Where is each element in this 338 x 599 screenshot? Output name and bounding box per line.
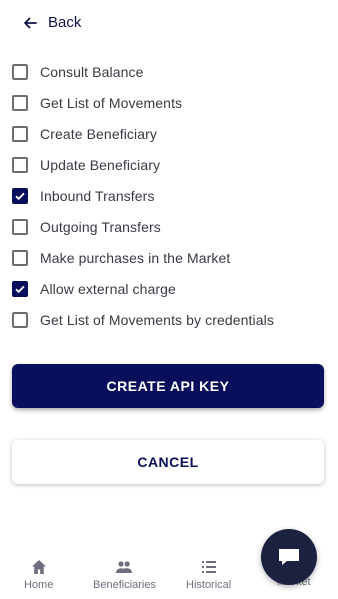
permission-label: Get List of Movements by credentials [40, 311, 274, 328]
checkbox-checked[interactable] [12, 280, 28, 297]
permission-outgoing-transfers[interactable]: Outgoing Transfers [12, 211, 274, 242]
create-api-key-button[interactable]: CREATE API KEY [12, 364, 324, 408]
nav-item-historical[interactable]: Historical [186, 558, 231, 591]
permission-label: Outgoing Transfers [40, 218, 161, 235]
nav-label: Beneficiaries [93, 579, 156, 591]
arrow-left-icon [24, 17, 37, 28]
checkbox[interactable] [12, 94, 28, 111]
back-label: Back [48, 14, 82, 31]
permission-label: Allow external charge [40, 280, 176, 297]
permission-label: Create Beneficiary [40, 125, 157, 142]
permission-get-list-of-movements[interactable]: Get List of Movements [12, 87, 274, 118]
permission-label: Make purchases in the Market [40, 249, 231, 266]
permission-make-purchases[interactable]: Make purchases in the Market [12, 242, 274, 273]
check-icon [15, 285, 25, 293]
permission-allow-external-charge[interactable]: Allow external charge [12, 273, 274, 304]
cancel-button[interactable]: CANCEL [12, 440, 324, 484]
checkbox[interactable] [12, 63, 28, 80]
nav-label: Home [24, 579, 54, 591]
checkbox[interactable] [12, 156, 28, 173]
permission-label: Get List of Movements [40, 94, 183, 111]
permission-label: Update Beneficiary [40, 156, 161, 173]
list-icon [201, 561, 216, 573]
checkbox[interactable] [12, 218, 28, 235]
check-icon [15, 192, 25, 200]
people-icon [116, 561, 133, 573]
home-icon [31, 560, 46, 574]
back-button[interactable]: Back [22, 14, 81, 31]
checkbox[interactable] [12, 125, 28, 142]
checkbox[interactable] [12, 311, 28, 328]
permission-inbound-transfers[interactable]: Inbound Transfers [12, 180, 274, 211]
permissions-list: Consult Balance Get List of Movements Cr… [12, 56, 274, 335]
permission-consult-balance[interactable]: Consult Balance [12, 56, 274, 87]
permission-movements-by-credentials[interactable]: Get List of Movements by credentials [12, 304, 274, 335]
permission-update-beneficiary[interactable]: Update Beneficiary [12, 149, 274, 180]
chat-button[interactable] [261, 529, 317, 585]
nav-item-home[interactable]: Home [24, 558, 53, 591]
nav-label: Historical [186, 579, 232, 591]
checkbox-checked[interactable] [12, 187, 28, 204]
checkbox[interactable] [12, 249, 28, 266]
permission-create-beneficiary[interactable]: Create Beneficiary [12, 118, 274, 149]
permission-label: Consult Balance [40, 63, 144, 80]
permission-label: Inbound Transfers [40, 187, 155, 204]
nav-item-beneficiaries[interactable]: Beneficiaries [93, 558, 156, 591]
chat-icon [279, 549, 299, 565]
